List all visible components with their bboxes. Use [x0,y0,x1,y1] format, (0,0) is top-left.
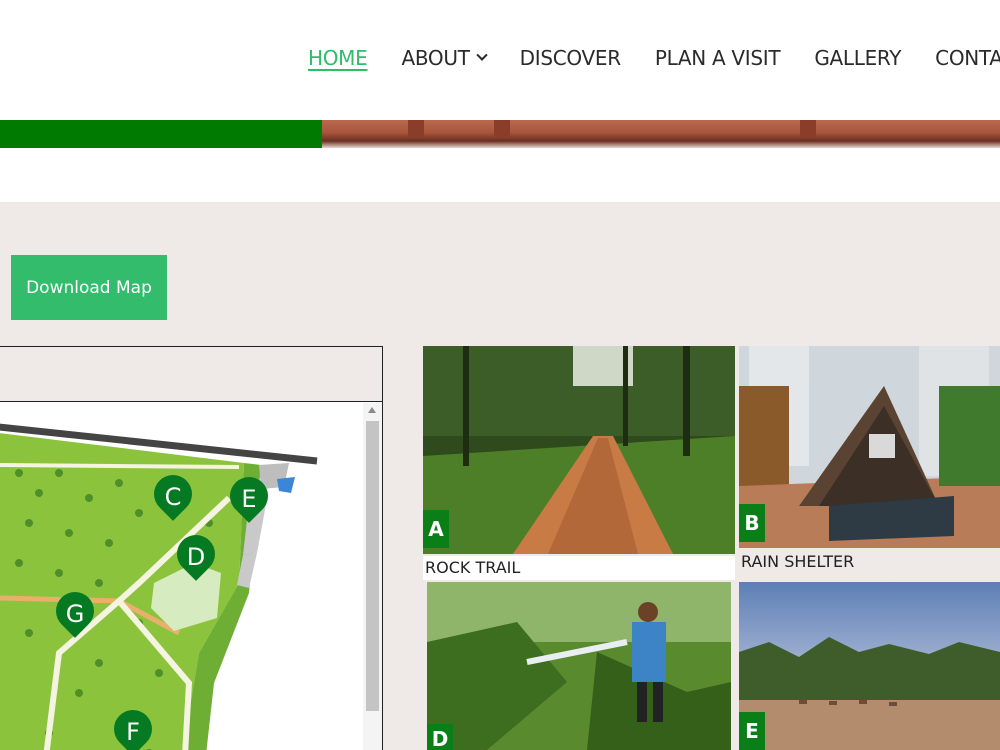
chevron-down-icon [475,49,488,61]
map-viewer: C D E F G [0,346,383,750]
nav-gallery[interactable]: GALLERY [814,46,901,70]
map-scrollbar[interactable] [363,403,382,750]
scrollbar-thumb[interactable] [366,421,379,711]
gardener-photo [427,582,731,750]
park-map[interactable]: C D E F G [0,403,363,750]
map-marker-g[interactable]: G [56,595,94,633]
open-ground-photo [739,582,1000,750]
rock-trail-photo [423,346,735,554]
nav-discover[interactable]: DISCOVER [520,46,621,70]
map-marker-f[interactable]: F [114,713,152,750]
nav-about[interactable]: ABOUT [401,46,488,70]
map-section: Download Map C D E F G A ROCK TRAIL B RA… [0,202,1000,750]
scroll-up-arrow-icon[interactable] [368,407,376,413]
banner-beam [408,120,424,138]
hero-banner-strip [0,120,1000,148]
map-marker-d[interactable]: D [177,538,215,576]
main-nav: HOME ABOUT DISCOVER PLAN A VISIT GALLERY… [308,46,1000,70]
card-letter-badge: B [739,504,765,542]
banner-photo [322,120,1000,148]
card-letter-badge: A [423,510,449,548]
card-caption: RAIN SHELTER [739,550,1000,574]
park-map-illustration [0,423,318,750]
nav-plan-a-visit[interactable]: PLAN A VISIT [655,46,781,70]
banner-beam [494,120,510,138]
banner-green-bar [0,120,322,148]
rain-shelter-photo [739,346,1000,548]
download-map-button[interactable]: Download Map [11,255,167,320]
site-header: HOME ABOUT DISCOVER PLAN A VISIT GALLERY… [0,0,1000,120]
map-toolbar [0,347,382,402]
card-caption: ROCK TRAIL [423,556,735,580]
card-letter-badge: E [739,712,765,750]
banner-beam [800,120,816,138]
nav-about-label: ABOUT [401,46,470,70]
nav-contact[interactable]: CONTACT [935,46,1000,70]
nav-home[interactable]: HOME [308,46,368,70]
map-marker-e[interactable]: E [230,480,268,518]
map-marker-c[interactable]: C [154,478,192,516]
card-letter-badge: D [427,724,453,750]
